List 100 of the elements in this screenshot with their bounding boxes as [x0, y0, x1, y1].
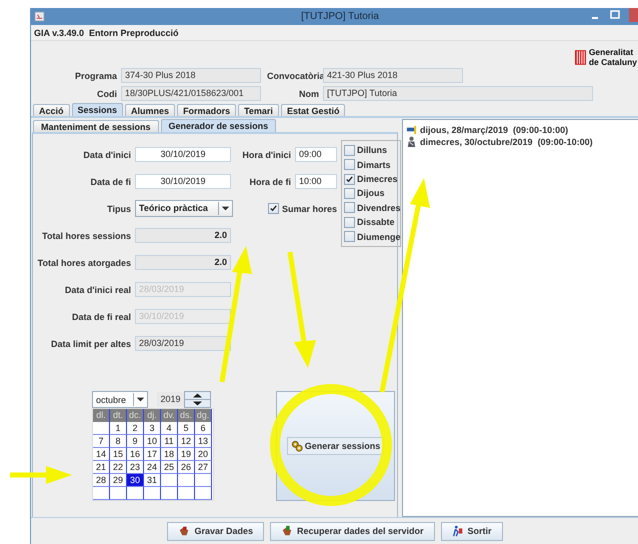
- readonly-field: 2.0: [135, 255, 231, 270]
- calendar-day[interactable]: 30: [127, 474, 144, 487]
- calendar-day[interactable]: 8: [110, 435, 127, 448]
- tab[interactable]: Sessions: [72, 103, 124, 116]
- field-label: Total hores atorgades: [36, 258, 131, 268]
- calendar-day[interactable]: 11: [161, 435, 178, 448]
- field-label: Total hores sessions: [41, 230, 131, 240]
- field-label: Hora de fi: [248, 176, 291, 186]
- field-label: Data de fi: [89, 176, 131, 186]
- tab[interactable]: Alumnes: [125, 104, 176, 116]
- field-label: Codi: [96, 88, 117, 98]
- checkbox-label: Diumenge: [357, 232, 401, 242]
- field-label: Data d'inici: [82, 150, 131, 160]
- weekday-header: dg.: [195, 409, 212, 422]
- tab[interactable]: Generador de sessions: [160, 119, 276, 132]
- gears-icon: [290, 440, 303, 452]
- calendar-day[interactable]: 6: [195, 422, 212, 435]
- calendar-day[interactable]: 10: [144, 435, 161, 448]
- checkbox-label: Dijous: [357, 188, 385, 198]
- weekday-header: dc.: [127, 409, 144, 422]
- calendar-day[interactable]: 2: [127, 422, 144, 435]
- field-label: Data limit per altes: [50, 338, 131, 348]
- caret-icon: [218, 202, 232, 215]
- checkbox[interactable]: [344, 202, 355, 214]
- checkbox-label: Dimarts: [357, 160, 391, 170]
- calendar-day[interactable]: 31: [144, 474, 161, 487]
- year-field[interactable]: 2019: [157, 392, 184, 407]
- calendar-day[interactable]: 1: [110, 422, 127, 435]
- date-field[interactable]: 30/10/2019: [135, 147, 231, 162]
- flag-icon: [406, 124, 417, 135]
- calendar-day[interactable]: 14: [93, 448, 110, 461]
- calendar-day[interactable]: 22: [110, 461, 127, 474]
- field-label: Tipus: [106, 204, 131, 214]
- calendar-day[interactable]: 20: [195, 448, 212, 461]
- weekday-header: ds.: [178, 409, 195, 422]
- calendar-day[interactable]: 15: [110, 448, 127, 461]
- checkbox[interactable]: [268, 203, 279, 214]
- tab[interactable]: Temari: [238, 104, 279, 116]
- checkbox[interactable]: [344, 144, 355, 156]
- field-label: Data d'inici real: [64, 284, 131, 294]
- checkbox[interactable]: [344, 174, 355, 185]
- field-label: Programa: [74, 70, 117, 80]
- time-field[interactable]: 10:00: [295, 174, 337, 189]
- spinner-icon[interactable]: [184, 391, 211, 408]
- tab[interactable]: Formadors: [177, 104, 236, 116]
- calendar-day[interactable]: 24: [144, 461, 161, 474]
- calendar-day[interactable]: 28: [93, 474, 110, 487]
- readonly-field: 28/03/2019: [135, 336, 231, 351]
- session-item[interactable]: dijous, 28/març/2019 (09:00-10:00): [420, 124, 568, 134]
- exit-button[interactable]: Sortir: [440, 522, 503, 540]
- annotation-arrow: [10, 466, 72, 484]
- checkbox-label: Dissabte: [357, 217, 395, 228]
- tab[interactable]: Estat Gestió: [280, 104, 346, 116]
- date-field[interactable]: 30/10/2019: [135, 174, 231, 189]
- calendar-day[interactable]: 16: [127, 448, 144, 461]
- checkbox[interactable]: [344, 188, 355, 199]
- readonly-field: 2.0: [135, 228, 231, 243]
- checkbox-label: Sumar hores: [282, 204, 337, 214]
- session-item[interactable]: dimecres, 30/octubre/2019 (09:00-10:00): [420, 136, 593, 146]
- readonly-field: 421-30 Plus 2018: [323, 68, 463, 83]
- calendar-day[interactable]: 25: [161, 461, 178, 474]
- calendar-day[interactable]: 3: [144, 422, 161, 435]
- calendar-day[interactable]: 5: [178, 422, 195, 435]
- tab[interactable]: Manteniment de sessions: [33, 120, 159, 132]
- logo-text: Generalitat de Cataluny: [588, 47, 637, 67]
- checkbox-label: Divendres: [357, 202, 401, 213]
- caret-icon: [133, 393, 147, 406]
- save-button[interactable]: Gravar Dades: [167, 522, 264, 540]
- field-label: Hora d'inici: [241, 150, 291, 160]
- readonly-field: [TUTJPO] Tutoria: [323, 86, 593, 101]
- field-label: Nom: [298, 88, 319, 98]
- time-field[interactable]: 09:00: [295, 147, 337, 162]
- weekday-header: dj.: [144, 409, 161, 422]
- type-dropdown[interactable]: Teórico pràctica: [135, 200, 233, 217]
- calendar-day[interactable]: 27: [195, 461, 212, 474]
- generate-sessions-button[interactable]: Generar sessions: [286, 437, 384, 455]
- checkbox-label: Dilluns: [357, 145, 388, 156]
- window-title: [TUTJPO] Tutoria: [301, 11, 379, 22]
- month-dropdown[interactable]: octubre: [92, 391, 148, 408]
- weekday-header: dl.: [93, 409, 110, 422]
- calendar-day[interactable]: 18: [161, 448, 178, 461]
- calendar-day[interactable]: 7: [93, 435, 110, 448]
- app-icon: [34, 11, 45, 22]
- calendar-day[interactable]: 26: [178, 461, 195, 474]
- checkbox[interactable]: [344, 159, 355, 170]
- logo-icon: [574, 50, 586, 64]
- checkbox[interactable]: [344, 216, 355, 228]
- calendar-day[interactable]: 19: [178, 448, 195, 461]
- calendar-day[interactable]: 17: [144, 448, 161, 461]
- weekday-header: dt.: [110, 409, 127, 422]
- calendar-day[interactable]: 21: [93, 461, 110, 474]
- weekday-header: dv.: [161, 409, 178, 422]
- download-button[interactable]: Recuperar dades del servidor: [270, 522, 435, 540]
- calendar-day[interactable]: 12: [178, 435, 195, 448]
- checkbox[interactable]: [344, 231, 355, 242]
- tab[interactable]: Acció: [33, 104, 70, 116]
- calendar-day[interactable]: 9: [127, 435, 144, 448]
- calendar-day[interactable]: 13: [195, 435, 212, 448]
- calendar-day[interactable]: 4: [161, 422, 178, 435]
- field-label: Data de fi real: [70, 312, 131, 322]
